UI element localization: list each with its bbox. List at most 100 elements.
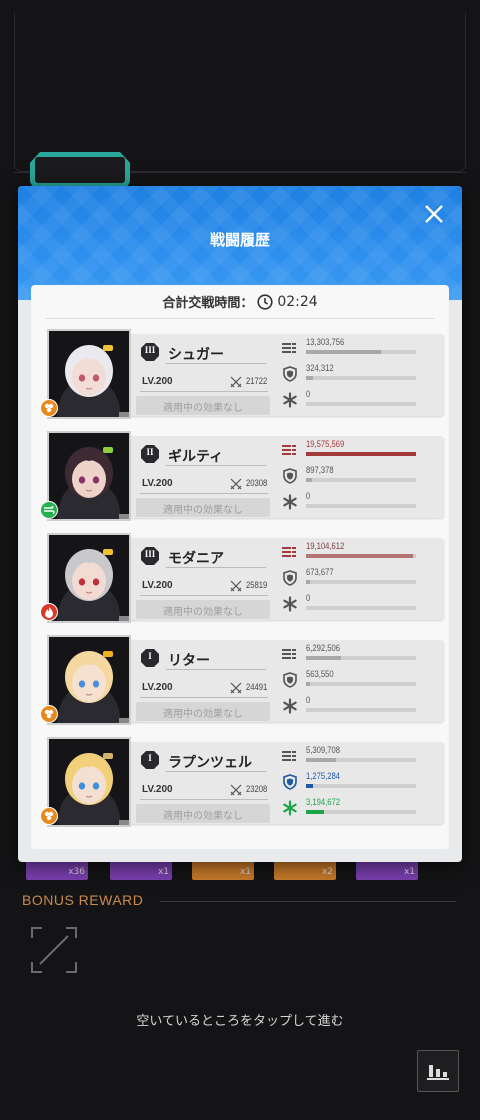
healing-stat: 0 [282,491,442,515]
burst-number: III [144,345,156,355]
character-portrait[interactable] [47,431,131,521]
damage-dealt-bar-fill [306,554,413,558]
level-divider [140,595,268,596]
damage-taken-stat: 1,275,284 [282,771,442,795]
burst-badge: III [140,546,160,566]
damage-taken-bar [306,376,416,380]
element-badge [40,399,58,417]
burst-badge: II [140,444,160,464]
bonus-reward-title: BONUS REWARD [22,892,144,908]
reward-item-count: x36 [68,867,85,877]
healing-bar [306,504,416,508]
damage-dealt-bar [306,350,416,354]
character-portrait[interactable] [47,737,131,827]
damage-taken-bar [306,478,416,482]
character-portrait[interactable] [47,329,131,419]
damage-dealt-bar [306,758,416,762]
character-name: ラプンツェル [168,755,252,771]
portrait-level-bar [119,616,129,621]
iron-element-icon [44,403,54,413]
character-row[interactable]: III モダニア LV.200 25819 適用中の効果なし 19,104,61… [40,533,444,625]
damage-dealt-icon-wrap [282,748,298,764]
healing-stat: 3,194,672 [282,797,442,821]
total-time-value: 02:24 [277,293,318,310]
damage-dealt-icon-wrap [282,646,298,662]
damage-dealt-bar-fill [306,350,381,354]
healing-stat: 0 [282,593,442,617]
fire-element-icon [45,607,53,618]
damage-taken-stat: 673,677 [282,567,442,591]
damage-dealt-bar-fill [306,656,342,660]
heal-icon [283,698,297,714]
portrait-level-bar [119,514,129,519]
damage-taken-bar [306,682,416,686]
element-badge [40,501,58,519]
damage-taken-icon-wrap [282,366,298,382]
level-divider [140,391,268,392]
character-portrait[interactable] [47,635,131,725]
damage-dealt-stat: 13,303,756 [282,337,442,361]
crossed-swords-icon [230,376,242,388]
character-info: I リター LV.200 24491 適用中の効果なし [134,640,272,722]
name-divider [166,669,266,670]
wind-element-icon [44,505,55,515]
damage-taken-bar-fill [306,784,313,788]
combat-power: 24491 [246,682,268,692]
combat-power: 25819 [246,580,268,590]
reward-items-row: x36 x1 x1 x2 x1 [26,860,456,882]
reward-item[interactable]: x1 [356,860,418,880]
character-level: LV.200 [142,682,173,693]
reward-item-count: x1 [239,867,251,877]
iron-element-icon [44,709,54,719]
character-level: LV.200 [142,478,173,489]
element-badge [40,807,58,825]
empty-reward-slot [30,926,78,974]
character-row[interactable]: I ラプンツェル LV.200 23208 適用中の効果なし 5,309,708 [40,737,444,829]
healing-bar [306,810,416,814]
damage-dealt-bar-fill [306,452,416,456]
character-info: III モダニア LV.200 25819 適用中の効果なし [134,538,272,620]
healing-bar-fill [306,810,324,814]
reward-item-count: x1 [403,867,415,877]
healing-value: 0 [306,389,311,399]
name-divider [166,465,266,466]
character-portrait[interactable] [47,533,131,623]
close-button[interactable] [420,200,448,228]
level-divider [140,493,268,494]
character-level: LV.200 [142,580,173,591]
character-row[interactable]: I リター LV.200 24491 適用中の効果なし 6,292,506 56… [40,635,444,727]
bonus-reward-divider [160,901,456,902]
damage-taken-bar-fill [306,580,311,584]
character-level: LV.200 [142,376,173,387]
reward-item[interactable]: x1 [110,860,172,880]
damage-dealt-icon [282,751,296,761]
combat-power: 21722 [246,376,268,386]
crossed-swords-icon [230,682,242,694]
character-row[interactable]: II ギルティ LV.200 20308 適用中の効果なし 19,575,569 [40,431,444,523]
character-info: III シュガー LV.200 21722 適用中の効果なし [134,334,272,416]
shield-icon [283,774,297,790]
combat-power: 20308 [246,478,268,488]
active-effect-status: 適用中の効果なし [136,396,270,415]
character-row[interactable]: III シュガー LV.200 21722 適用中の効果なし 13,303,75… [40,329,444,421]
damage-dealt-value: 19,575,569 [306,439,345,449]
bar-chart-icon [427,1065,449,1080]
damage-taken-value: 324,312 [306,363,334,373]
crossed-swords-icon [230,580,242,592]
active-effect-status: 適用中の効果なし [136,702,270,721]
healing-icon-wrap [282,698,298,714]
battle-stats-button[interactable] [417,1050,459,1092]
reward-item[interactable]: x2 [274,860,336,880]
damage-taken-icon-wrap [282,468,298,484]
total-battle-time: 合計交戦時間： 02:24 [31,292,449,312]
element-badge [40,705,58,723]
damage-taken-stat: 897,378 [282,465,442,489]
reward-item[interactable]: x36 [26,860,88,880]
shield-icon [283,468,297,484]
damage-dealt-value: 6,292,506 [306,643,341,653]
close-icon [425,205,443,223]
heal-icon [283,494,297,510]
reward-item[interactable]: x1 [192,860,254,880]
damage-taken-bar-fill [306,376,313,380]
damage-taken-value: 673,677 [306,567,334,577]
